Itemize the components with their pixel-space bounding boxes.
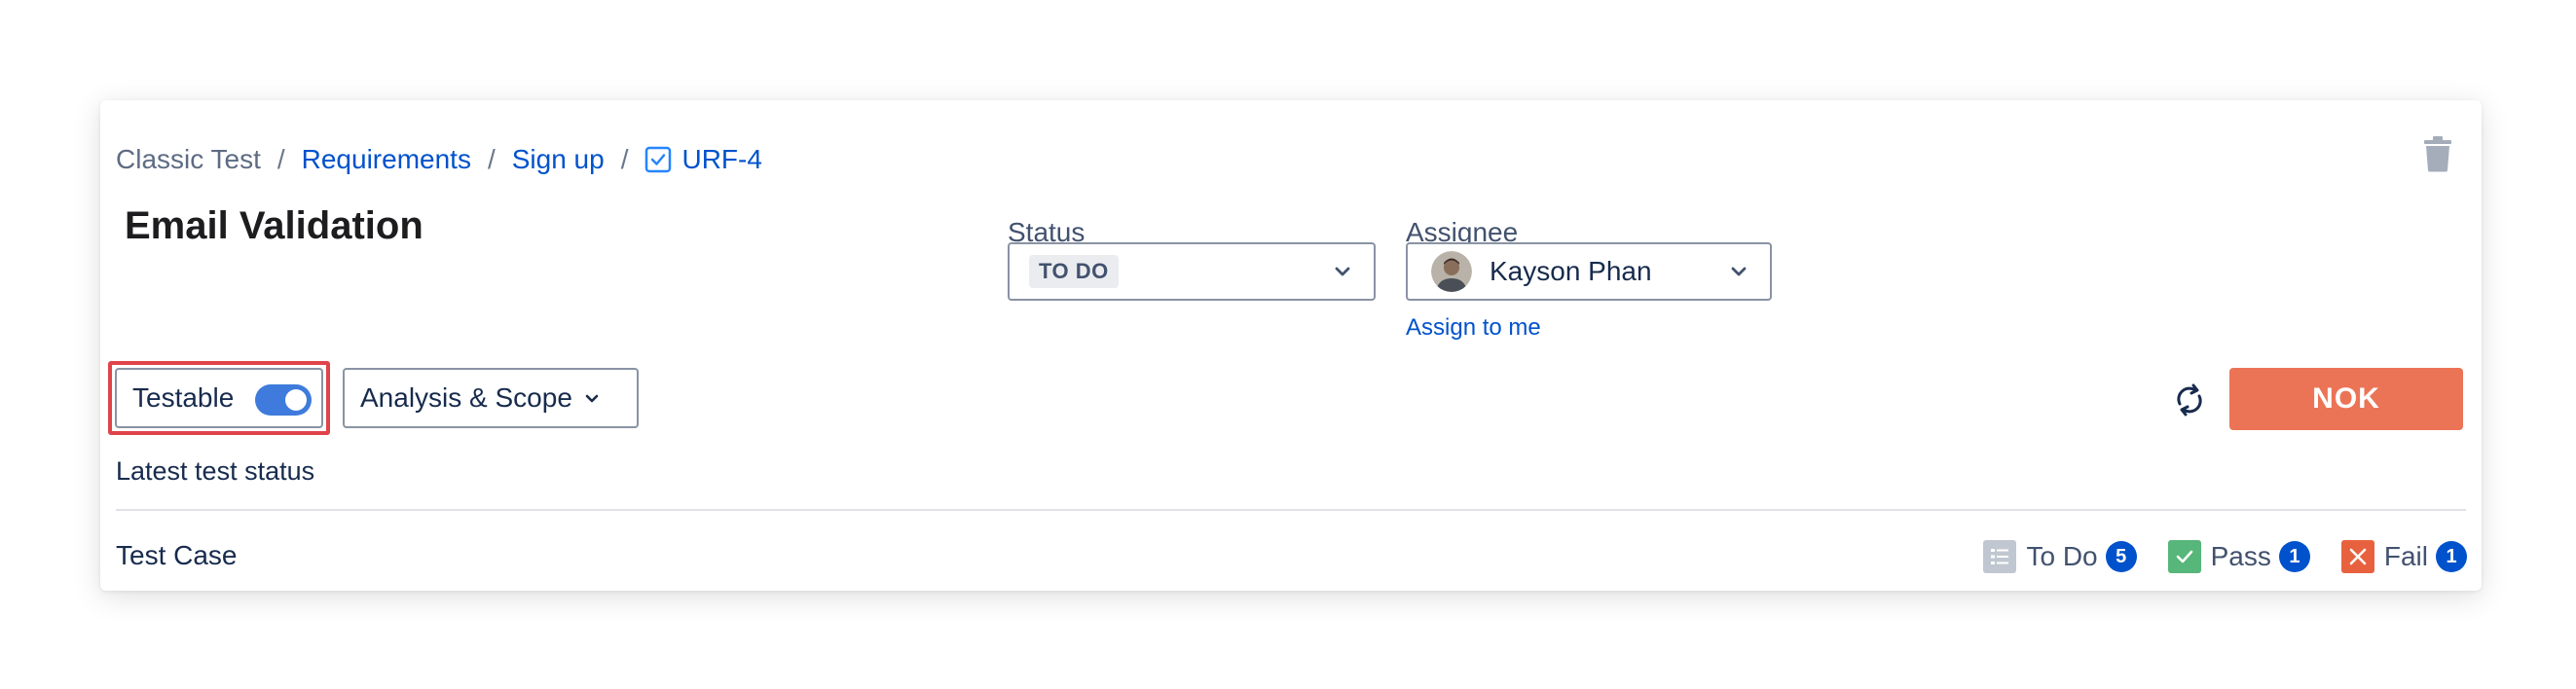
fail-label: Fail [2383, 541, 2428, 571]
testable-label: Testable [132, 382, 235, 413]
breadcrumb-separator: / [620, 144, 629, 174]
breadcrumb-separator: / [487, 144, 496, 174]
breadcrumb-separator: / [276, 144, 285, 174]
requirement-card: Classic Test / Requirements / Sign up / … [100, 100, 2482, 591]
status-lozenge: TO DO [1029, 255, 1119, 288]
chevron-down-icon [1731, 267, 1747, 276]
chevron-down-icon [1335, 267, 1350, 276]
breadcrumb-requirements-link[interactable]: Requirements [302, 144, 471, 175]
chevron-down-icon [585, 394, 599, 403]
breadcrumb-project: Classic Test [116, 144, 261, 174]
analysis-scope-dropdown[interactable]: Analysis & Scope [343, 368, 639, 428]
todo-count-badge: 5 [2105, 541, 2137, 572]
nok-status-button[interactable]: NOK [2229, 368, 2463, 430]
test-status-counts: To Do 5 Pass 1 Fail 1 [1952, 537, 2467, 576]
test-case-label: Test Case [116, 540, 238, 570]
pass-count-group[interactable]: Pass 1 [2167, 540, 2310, 573]
divider [116, 509, 2466, 511]
testable-control: Testable [115, 368, 323, 428]
status-dropdown[interactable]: TO DO [1008, 242, 1376, 301]
pass-label: Pass [2210, 541, 2271, 571]
checkbox-icon [645, 146, 672, 173]
assignee-dropdown[interactable]: Kayson Phan [1406, 242, 1772, 301]
pass-check-icon [2167, 540, 2201, 573]
todo-count-group[interactable]: To Do 5 [1983, 540, 2137, 573]
assignee-name: Kayson Phan [1490, 256, 1652, 286]
fail-count-badge: 1 [2436, 541, 2467, 572]
sync-icon[interactable] [2172, 382, 2207, 417]
analysis-scope-label: Analysis & Scope [360, 382, 572, 413]
breadcrumb-issue-key: URF-4 [681, 144, 762, 174]
trash-icon[interactable] [2421, 135, 2454, 172]
assign-to-me-link[interactable]: Assign to me [1406, 314, 1541, 342]
fail-x-icon [2340, 540, 2374, 573]
pass-count-badge: 1 [2278, 541, 2310, 572]
breadcrumb: Classic Test / Requirements / Sign up / … [116, 140, 762, 179]
issue-title: Email Validation [125, 204, 423, 247]
latest-test-status-label: Latest test status [116, 456, 315, 486]
todo-list-icon [1983, 540, 2017, 573]
breadcrumb-issue-link[interactable]: URF-4 [644, 144, 762, 175]
avatar [1431, 251, 1472, 292]
todo-label: To Do [2026, 541, 2098, 571]
testable-toggle[interactable] [255, 384, 312, 416]
breadcrumb-parent-link[interactable]: Sign up [512, 144, 605, 175]
fail-count-group[interactable]: Fail 1 [2340, 540, 2467, 573]
toggle-knob [285, 389, 307, 411]
